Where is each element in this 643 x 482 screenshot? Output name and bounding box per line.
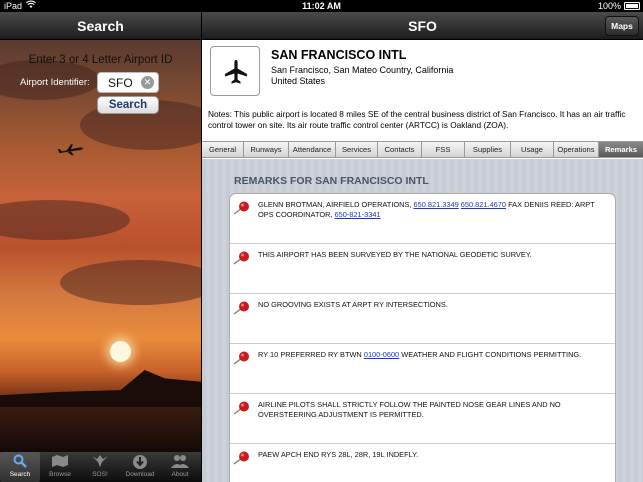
search-nav-title: Search: [77, 18, 124, 34]
airport-identifier-value: SFO: [108, 76, 133, 90]
status-bar: iPad 11:02 AM 100%: [0, 0, 643, 12]
tab-usage[interactable]: Usage: [511, 142, 554, 157]
list-item: GLENN BROTMAN, AIRFIELD OPERATIONS, 650.…: [230, 194, 615, 244]
remark-text: PAEW APCH END RYS 28L, 28R, 19L INDEFLY.: [258, 450, 608, 460]
search-button[interactable]: Search: [97, 96, 159, 114]
remarks-title: REMARKS FOR SAN FRANCISCO INTL: [234, 175, 429, 187]
tab-services[interactable]: Services: [336, 142, 378, 157]
cloud: [60, 260, 201, 305]
tab-bar: Search Browse SOS! Download About: [0, 452, 201, 482]
airport-notes: Notes: This public airport is located 8 …: [208, 109, 626, 130]
detail-nav-title: SFO: [408, 18, 437, 34]
clear-icon[interactable]: ✕: [141, 76, 154, 89]
detail-pane: SFO Maps SAN FRANCISCO INTL San Francisc…: [202, 12, 643, 482]
airport-id-prompt: Enter 3 or 4 Letter Airport ID: [28, 54, 173, 66]
maps-button[interactable]: Maps: [605, 16, 639, 36]
tab-attendance[interactable]: Attendance: [289, 142, 336, 157]
airplane-icon: [225, 60, 247, 84]
tab-supplies[interactable]: Supplies: [465, 142, 511, 157]
download-icon: [130, 454, 150, 470]
remark-fragment: GLENN BROTMAN, AIRFIELD OPERATIONS,: [258, 200, 414, 209]
tab-contacts[interactable]: Contacts: [378, 142, 422, 157]
airport-identifier-input[interactable]: SFO ✕: [97, 72, 159, 93]
tab-label: About: [171, 471, 189, 478]
phone-link[interactable]: 650-821-3341: [335, 210, 381, 219]
remark-fragment: AIRLINE PILOTS SHALL STRICTLY FOLLOW THE…: [258, 400, 561, 419]
phone-link[interactable]: 650.821.4670: [461, 200, 506, 209]
remark-fragment: NO GROOVING EXISTS AT ARPT RY INTERSECTI…: [258, 300, 448, 309]
list-item: RY 10 PREFERRED RY BTWN 0100-0600 WEATHE…: [230, 344, 615, 394]
tab-search[interactable]: Search: [0, 452, 40, 482]
tab-operations[interactable]: Operations: [554, 142, 599, 157]
detail-nav-bar: SFO Maps: [202, 12, 643, 40]
magnifier-icon: [10, 454, 30, 470]
remark-text: NO GROOVING EXISTS AT ARPT RY INTERSECTI…: [258, 300, 608, 310]
airport-icon: [210, 46, 260, 96]
battery-icon: [624, 2, 640, 10]
airport-country: United States: [271, 76, 326, 86]
people-icon: [170, 454, 190, 470]
cloud: [0, 200, 130, 240]
pushpin-icon: [233, 401, 251, 415]
remark-text: GLENN BROTMAN, AIRFIELD OPERATIONS, 650.…: [258, 200, 608, 220]
tab-sos[interactable]: SOS!: [80, 452, 120, 482]
tab-fss[interactable]: FSS: [422, 142, 465, 157]
tab-runways[interactable]: Runways: [244, 142, 289, 157]
tab-label: SOS!: [92, 471, 108, 478]
pushpin-icon: [233, 451, 251, 465]
remark-fragment: WEATHER AND FLIGHT CONDITIONS PERMITTING…: [399, 350, 582, 359]
list-item: NO GROOVING EXISTS AT ARPT RY INTERSECTI…: [230, 294, 615, 344]
remark-text: THIS AIRPORT HAS BEEN SURVEYED BY THE NA…: [258, 250, 608, 260]
section-tabs: General Runways Attendance Services Cont…: [202, 141, 643, 158]
phone-link[interactable]: 650.821.3349: [414, 200, 459, 209]
tab-browse[interactable]: Browse: [40, 452, 80, 482]
list-item: PAEW APCH END RYS 28L, 28R, 19L INDEFLY.: [230, 444, 615, 482]
phone-link[interactable]: 0100-0600: [364, 350, 399, 359]
list-item: THIS AIRPORT HAS BEEN SURVEYED BY THE NA…: [230, 244, 615, 294]
battery-percent: 100%: [597, 1, 621, 11]
search-pane: Search Enter 3 or 4 Letter Airport ID Ai…: [0, 12, 201, 482]
remark-text: AIRLINE PILOTS SHALL STRICTLY FOLLOW THE…: [258, 400, 608, 420]
list-item: AIRLINE PILOTS SHALL STRICTLY FOLLOW THE…: [230, 394, 615, 444]
clock: 11:02 AM: [302, 1, 341, 11]
remark-text: RY 10 PREFERRED RY BTWN 0100-0600 WEATHE…: [258, 350, 608, 360]
map-icon: [50, 454, 70, 470]
sun: [110, 341, 131, 362]
pushpin-icon: [233, 201, 251, 215]
tab-label: Browse: [49, 471, 71, 478]
water: [0, 407, 201, 454]
airplane-silhouette-icon: [56, 138, 85, 163]
remark-fragment: PAEW APCH END RYS 28L, 28R, 19L INDEFLY.: [258, 450, 419, 459]
tab-download[interactable]: Download: [120, 452, 160, 482]
pushpin-icon: [233, 251, 251, 265]
tab-label: Search: [9, 471, 31, 478]
remarks-list: GLENN BROTMAN, AIRFIELD OPERATIONS, 650.…: [229, 193, 616, 482]
pushpin-icon: [233, 301, 251, 315]
eagle-icon: [90, 454, 110, 470]
airport-identifier-label: Airport Identifier:: [20, 77, 90, 88]
search-nav-bar: Search: [0, 12, 201, 40]
tab-remarks[interactable]: Remarks: [599, 142, 643, 157]
remark-fragment: RY 10 PREFERRED RY BTWN: [258, 350, 364, 359]
tab-about[interactable]: About: [160, 452, 200, 482]
remark-fragment: THIS AIRPORT HAS BEEN SURVEYED BY THE NA…: [258, 250, 532, 259]
pushpin-icon: [233, 351, 251, 365]
tab-label: Download: [125, 471, 155, 478]
tab-general[interactable]: General: [202, 142, 244, 157]
airport-name: SAN FRANCISCO INTL: [271, 48, 407, 62]
airport-location: San Francisco, San Mateo Country, Califo…: [271, 65, 454, 75]
